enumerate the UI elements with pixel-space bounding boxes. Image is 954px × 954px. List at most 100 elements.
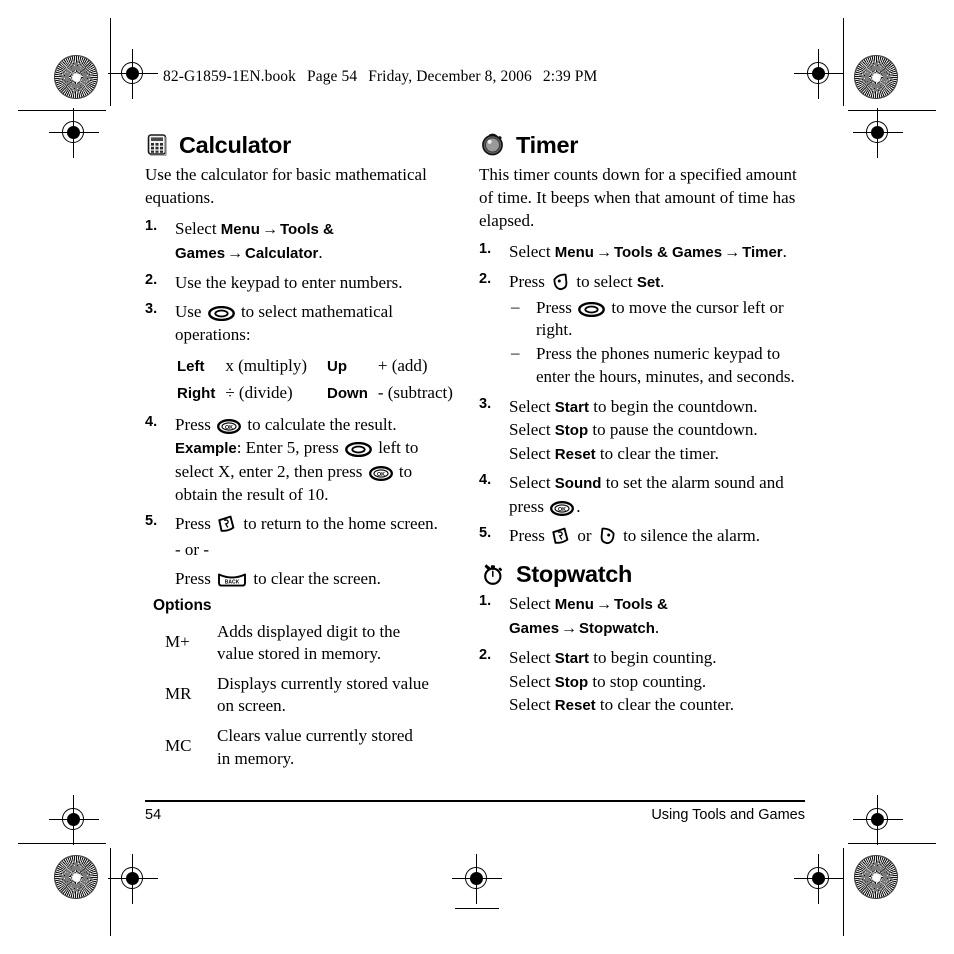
menu-path-item-3: Timer bbox=[742, 244, 783, 262]
step-text-1: Press bbox=[175, 414, 216, 434]
timer-stop-line: Select Stop to pause the countdown. bbox=[509, 418, 805, 442]
back-key-icon: BACK bbox=[217, 572, 247, 588]
step-number: 3. bbox=[145, 301, 158, 318]
direction-key-down: Down bbox=[327, 385, 368, 403]
stop-label: Stop bbox=[554, 422, 589, 440]
clear-screen-line: Press BACK to clear the screen. bbox=[175, 567, 445, 590]
step-text-pre: Select bbox=[509, 594, 555, 614]
stopwatch-step-2: 2. Select Start to begin counting. Selec… bbox=[479, 646, 805, 717]
path-arrow-icon: → bbox=[261, 221, 278, 239]
step-text-3: to silence the alarm. bbox=[618, 526, 760, 546]
navigation-key-icon bbox=[578, 301, 606, 317]
right-column: Timer This timer counts down for a speci… bbox=[479, 132, 805, 775]
stopwatch-title: Stopwatch bbox=[516, 561, 633, 588]
trim-line-bottom-left-vertical bbox=[110, 848, 112, 936]
calculator-title: Calculator bbox=[179, 132, 291, 158]
starburst-mark-bottom-left bbox=[54, 855, 98, 899]
menu-path-item-2: Tools & Games bbox=[613, 244, 723, 262]
step-text-pre: Select bbox=[175, 219, 221, 239]
book-time: 2:39 PM bbox=[542, 68, 598, 85]
calculator-intro: Use the calculator for basic mathematica… bbox=[145, 164, 427, 207]
step-text-post: . bbox=[782, 242, 787, 262]
table-row: Left x (multiply) Up + (add) bbox=[177, 352, 473, 380]
navigation-key-icon bbox=[345, 441, 372, 458]
option-label-mplus: M+ bbox=[165, 632, 190, 652]
menu-path-item-3: Stopwatch bbox=[579, 620, 655, 638]
registration-mark-bottom-right-outer bbox=[794, 854, 844, 904]
option-label-mr: MR bbox=[165, 684, 192, 704]
step-text-2: to select bbox=[572, 272, 637, 292]
step-number: 2. bbox=[479, 647, 492, 664]
registration-mark-top-left-inner bbox=[49, 108, 99, 158]
path-arrow-icon: → bbox=[595, 244, 612, 262]
timer-icon bbox=[481, 133, 505, 156]
stopwatch-stop-line: Select Stop to stop counting. bbox=[509, 670, 805, 694]
navigation-key-icon bbox=[207, 306, 235, 322]
line-pre: Select bbox=[509, 420, 555, 440]
step-text-pre: Select bbox=[509, 242, 555, 262]
book-page-label: Page 54 bbox=[307, 68, 358, 85]
step-number: 1. bbox=[145, 218, 158, 235]
step-text-3: . bbox=[576, 496, 581, 516]
direction-key-right: Right bbox=[177, 385, 216, 403]
end-call-key-icon bbox=[551, 527, 571, 545]
direction-key-table: Left x (multiply) Up + (add) Right ÷ (di… bbox=[177, 352, 473, 407]
step-text-pre: Use bbox=[175, 302, 206, 322]
footer-rule bbox=[145, 800, 805, 802]
options-heading: Options bbox=[153, 597, 212, 615]
registration-mark-top-left-outer bbox=[108, 49, 158, 99]
timer-steps: 1. Select Menu → Tools & Games → Timer. 2. P… bbox=[479, 240, 805, 547]
substep-text: Press the phones numeric keypad to enter… bbox=[536, 344, 795, 386]
line-pre: Select bbox=[509, 396, 555, 416]
calculator-steps: 1. Select Menu → Tools & Games → Calculator.… bbox=[145, 217, 453, 590]
line-post: to clear the timer. bbox=[595, 443, 719, 463]
reset-label: Reset bbox=[554, 697, 596, 715]
table-row: Right ÷ (divide) Down - (subtract) bbox=[177, 379, 473, 407]
trim-line-top-left-horizontal bbox=[18, 110, 106, 112]
line-post: to begin the countdown. bbox=[588, 396, 758, 416]
timer-step-2: 2. Press to select Set. – Press to move … bbox=[479, 270, 805, 389]
direction-value-down: - (subtract) bbox=[377, 383, 453, 403]
line-pre: Select bbox=[509, 695, 555, 715]
step-text-3: . bbox=[660, 272, 665, 292]
menu-path-item-1: Menu bbox=[220, 221, 260, 239]
step-text-post: . bbox=[318, 242, 323, 262]
registration-mark-bottom-left-inner bbox=[49, 795, 99, 845]
stop-label: Stop bbox=[554, 673, 589, 691]
registration-mark-bottom-center bbox=[452, 854, 502, 904]
step-text-2: or bbox=[573, 526, 596, 546]
book-header-line: 82-G1859-1EN.book Page 54 Friday, Decemb… bbox=[163, 68, 597, 86]
line-post: to begin counting. bbox=[588, 648, 717, 668]
stopwatch-icon bbox=[481, 562, 505, 586]
step-text-1: Press bbox=[509, 526, 550, 546]
left-softkey-icon bbox=[551, 273, 570, 291]
calculator-step-4: 4. Press OK to calculate the result. Exa… bbox=[145, 413, 445, 506]
starburst-mark-top-right bbox=[854, 55, 898, 99]
svg-text:OK: OK bbox=[558, 507, 566, 513]
table-row: MC Clears value currently stored in memo… bbox=[165, 722, 429, 774]
line-post: to clear the counter. bbox=[595, 695, 734, 715]
timer-substep-1: – Press to move the cursor left or right… bbox=[509, 297, 805, 343]
registration-mark-bottom-left-outer bbox=[108, 854, 158, 904]
ok-key-icon: OK bbox=[550, 500, 575, 516]
direction-value-up: + (add) bbox=[377, 355, 428, 375]
step-text-3: Press bbox=[175, 568, 216, 588]
timer-step-3: 3. Select Start to begin the countdown. … bbox=[479, 395, 805, 466]
step-text: Use the keypad to enter numbers. bbox=[175, 272, 403, 292]
ok-key-icon: OK bbox=[217, 418, 242, 434]
step-number: 5. bbox=[145, 513, 158, 530]
step-text-3: : Enter 5, press bbox=[236, 438, 343, 458]
timer-start-line: Select Start to begin the countdown. bbox=[509, 395, 805, 419]
reset-label: Reset bbox=[554, 445, 596, 463]
starburst-mark-bottom-right bbox=[854, 855, 898, 899]
starburst-mark-top-left bbox=[54, 55, 98, 99]
substep-text-1: Press bbox=[536, 297, 577, 317]
option-label-mc: MC bbox=[165, 736, 192, 756]
stopwatch-reset-line: Select Reset to clear the counter. bbox=[509, 693, 805, 717]
trim-line-top-left-vertical bbox=[110, 18, 112, 106]
book-filename: 82-G1859-1EN.book bbox=[163, 68, 297, 85]
direction-key-left: Left bbox=[177, 357, 205, 375]
direction-value-right: ÷ (divide) bbox=[225, 383, 293, 403]
step-number: 5. bbox=[479, 525, 492, 542]
step-number: 1. bbox=[479, 241, 492, 258]
